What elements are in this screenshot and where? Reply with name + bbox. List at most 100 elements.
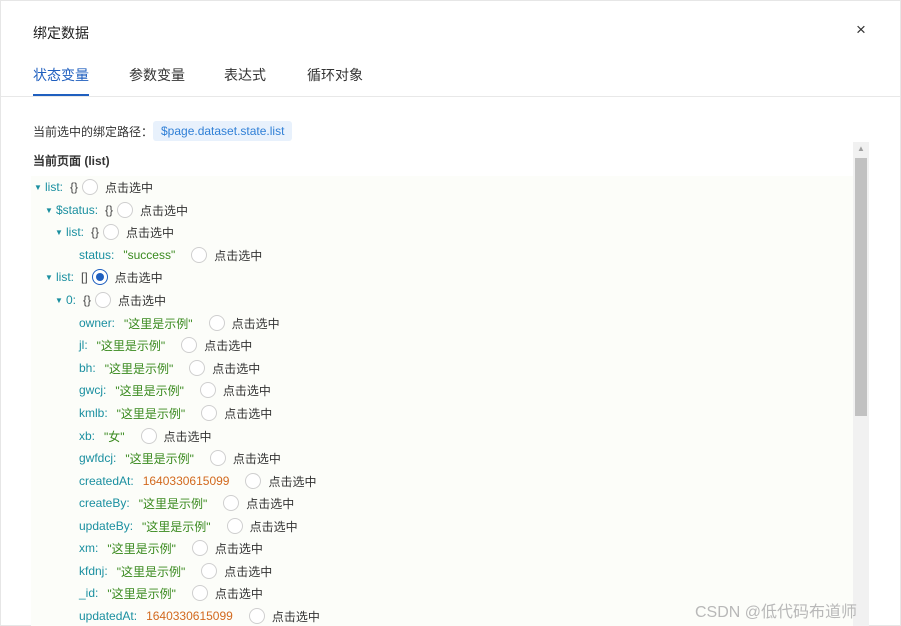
tree-key: xb: bbox=[79, 429, 96, 443]
select-label[interactable]: 点击选中 bbox=[118, 292, 166, 309]
select-radio[interactable] bbox=[103, 224, 120, 240]
tree-key: 0: bbox=[66, 293, 77, 307]
tree-key: list: bbox=[45, 180, 63, 194]
tree-value: 1640330615099 bbox=[142, 474, 230, 488]
vertical-scrollbar[interactable]: ▲ bbox=[853, 142, 869, 626]
select-radio[interactable] bbox=[95, 292, 112, 308]
tree-value: "这里是示例" bbox=[104, 361, 174, 376]
select-radio[interactable] bbox=[248, 608, 265, 624]
binding-path-value: $page.dataset.state.list bbox=[153, 121, 293, 141]
select-label[interactable]: 点击选中 bbox=[105, 179, 153, 196]
tree-key: gwcj: bbox=[79, 383, 107, 397]
select-label[interactable]: 点击选中 bbox=[164, 428, 212, 445]
select-label[interactable]: 点击选中 bbox=[224, 405, 272, 422]
tree-key: status: bbox=[79, 248, 115, 262]
tree-value: "这里是示例" bbox=[116, 564, 186, 579]
tree-key: updateBy: bbox=[79, 519, 134, 533]
tab-state-variables[interactable]: 状态变量 bbox=[33, 65, 89, 85]
select-radio[interactable] bbox=[201, 563, 218, 579]
caret-down-icon[interactable]: ▼ bbox=[45, 273, 56, 282]
tab-bar: 状态变量 参数变量 表达式 循环对象 bbox=[1, 55, 900, 97]
select-label[interactable]: 点击选中 bbox=[232, 315, 280, 332]
tree-key: createdAt: bbox=[79, 474, 134, 488]
caret-down-icon[interactable]: ▼ bbox=[34, 183, 45, 192]
select-label[interactable]: 点击选中 bbox=[223, 382, 271, 399]
caret-down-icon[interactable]: ▼ bbox=[45, 206, 56, 215]
scrollbar-thumb[interactable] bbox=[855, 158, 867, 416]
tree-key: owner: bbox=[79, 316, 116, 330]
select-radio[interactable] bbox=[223, 495, 240, 511]
select-radio[interactable] bbox=[245, 473, 262, 489]
tree-value: "success" bbox=[123, 248, 176, 262]
tree-key: kfdnj: bbox=[79, 564, 108, 578]
tab-loop-object[interactable]: 循环对象 bbox=[307, 65, 363, 85]
tree-key: gwfdcj: bbox=[79, 451, 117, 465]
tree-brace: [] bbox=[81, 270, 88, 284]
select-label[interactable]: 点击选中 bbox=[272, 608, 320, 625]
tree-leaf-owner: owner: "这里是示例" 点击选中 bbox=[79, 313, 280, 333]
select-label[interactable]: 点击选中 bbox=[140, 202, 188, 219]
tree-brace: {} bbox=[105, 203, 114, 217]
tree-leaf-xb: xb: "女" 点击选中 bbox=[79, 426, 212, 446]
tree-key: _id: bbox=[79, 586, 99, 600]
select-label[interactable]: 点击选中 bbox=[250, 518, 298, 535]
tree-leaf-bh: bh: "这里是示例" 点击选中 bbox=[79, 358, 260, 378]
select-label[interactable]: 点击选中 bbox=[115, 269, 163, 286]
tree-value: "这里是示例" bbox=[125, 451, 194, 466]
arrow-up-icon[interactable]: ▲ bbox=[853, 142, 869, 156]
select-radio-checked[interactable] bbox=[91, 269, 108, 285]
tree-leaf-gwcj: gwcj: "这里是示例" 点击选中 bbox=[79, 380, 271, 400]
tree-value: "这里是示例" bbox=[107, 541, 176, 556]
tree-leaf-createBy: createBy: "这里是示例" 点击选中 bbox=[79, 493, 294, 513]
select-label[interactable]: 点击选中 bbox=[233, 450, 281, 467]
caret-down-icon[interactable]: ▼ bbox=[55, 296, 66, 305]
select-radio[interactable] bbox=[191, 247, 208, 263]
select-radio[interactable] bbox=[191, 540, 208, 556]
select-label[interactable]: 点击选中 bbox=[212, 360, 260, 377]
select-radio[interactable] bbox=[82, 179, 99, 195]
close-icon[interactable]: × bbox=[851, 20, 871, 40]
dialog-title: 绑定数据 bbox=[33, 25, 89, 41]
select-label[interactable]: 点击选中 bbox=[214, 247, 262, 264]
tree-value: "这里是示例" bbox=[115, 383, 184, 398]
select-radio[interactable] bbox=[140, 428, 157, 444]
tree-leaf-createdAt: createdAt: 1640330615099 点击选中 bbox=[79, 471, 316, 491]
select-radio[interactable] bbox=[117, 202, 134, 218]
tab-parameter-variables[interactable]: 参数变量 bbox=[129, 65, 185, 85]
select-label[interactable]: 点击选中 bbox=[215, 540, 263, 557]
section-title: 当前页面 (list) bbox=[33, 154, 110, 168]
data-tree: ▼ list: {} 点击选中 ▼ $status: {} 点击选中 ▼ lis… bbox=[31, 176, 853, 626]
tab-expression[interactable]: 表达式 bbox=[224, 65, 266, 85]
tree-leaf-kmlb: kmlb: "这里是示例" 点击选中 bbox=[79, 403, 272, 423]
tree-leaf-gwfdcj: gwfdcj: "这里是示例" 点击选中 bbox=[79, 448, 281, 468]
select-label[interactable]: 点击选中 bbox=[215, 585, 263, 602]
select-radio[interactable] bbox=[201, 405, 218, 421]
select-radio[interactable] bbox=[181, 337, 198, 353]
select-label[interactable]: 点击选中 bbox=[204, 337, 252, 354]
select-radio[interactable] bbox=[199, 382, 216, 398]
tree-value: 1640330615099 bbox=[146, 609, 233, 623]
tree-key: updatedAt: bbox=[79, 609, 138, 623]
caret-down-icon[interactable]: ▼ bbox=[55, 228, 66, 237]
select-label[interactable]: 点击选中 bbox=[224, 563, 272, 580]
watermark: CSDN @低代码布道师 bbox=[695, 604, 858, 621]
tree-brace: {} bbox=[91, 225, 100, 239]
tree-value: "这里是示例" bbox=[116, 406, 186, 421]
tree-key: createBy: bbox=[79, 496, 130, 510]
select-radio[interactable] bbox=[208, 315, 225, 331]
tree-value: "这里是示例" bbox=[138, 496, 208, 511]
select-label[interactable]: 点击选中 bbox=[126, 224, 174, 241]
select-label[interactable]: 点击选中 bbox=[268, 473, 316, 490]
tree-key: jl: bbox=[79, 338, 88, 352]
select-radio[interactable] bbox=[189, 360, 206, 376]
active-tab-indicator bbox=[33, 94, 89, 96]
tree-leaf-updatedAt: updatedAt: 1640330615099 点击选中 bbox=[79, 606, 320, 626]
select-radio[interactable] bbox=[209, 450, 226, 466]
select-radio[interactable] bbox=[226, 518, 243, 534]
select-radio[interactable] bbox=[191, 585, 208, 601]
tree-leaf-jl: jl: "这里是示例" 点击选中 bbox=[79, 335, 252, 355]
tree-node-list: ▼ list: {} 点击选中 bbox=[34, 177, 153, 197]
tree-key: bh: bbox=[79, 361, 96, 375]
tree-node-array-list: ▼ list: [] 点击选中 bbox=[45, 267, 163, 287]
select-label[interactable]: 点击选中 bbox=[246, 495, 294, 512]
